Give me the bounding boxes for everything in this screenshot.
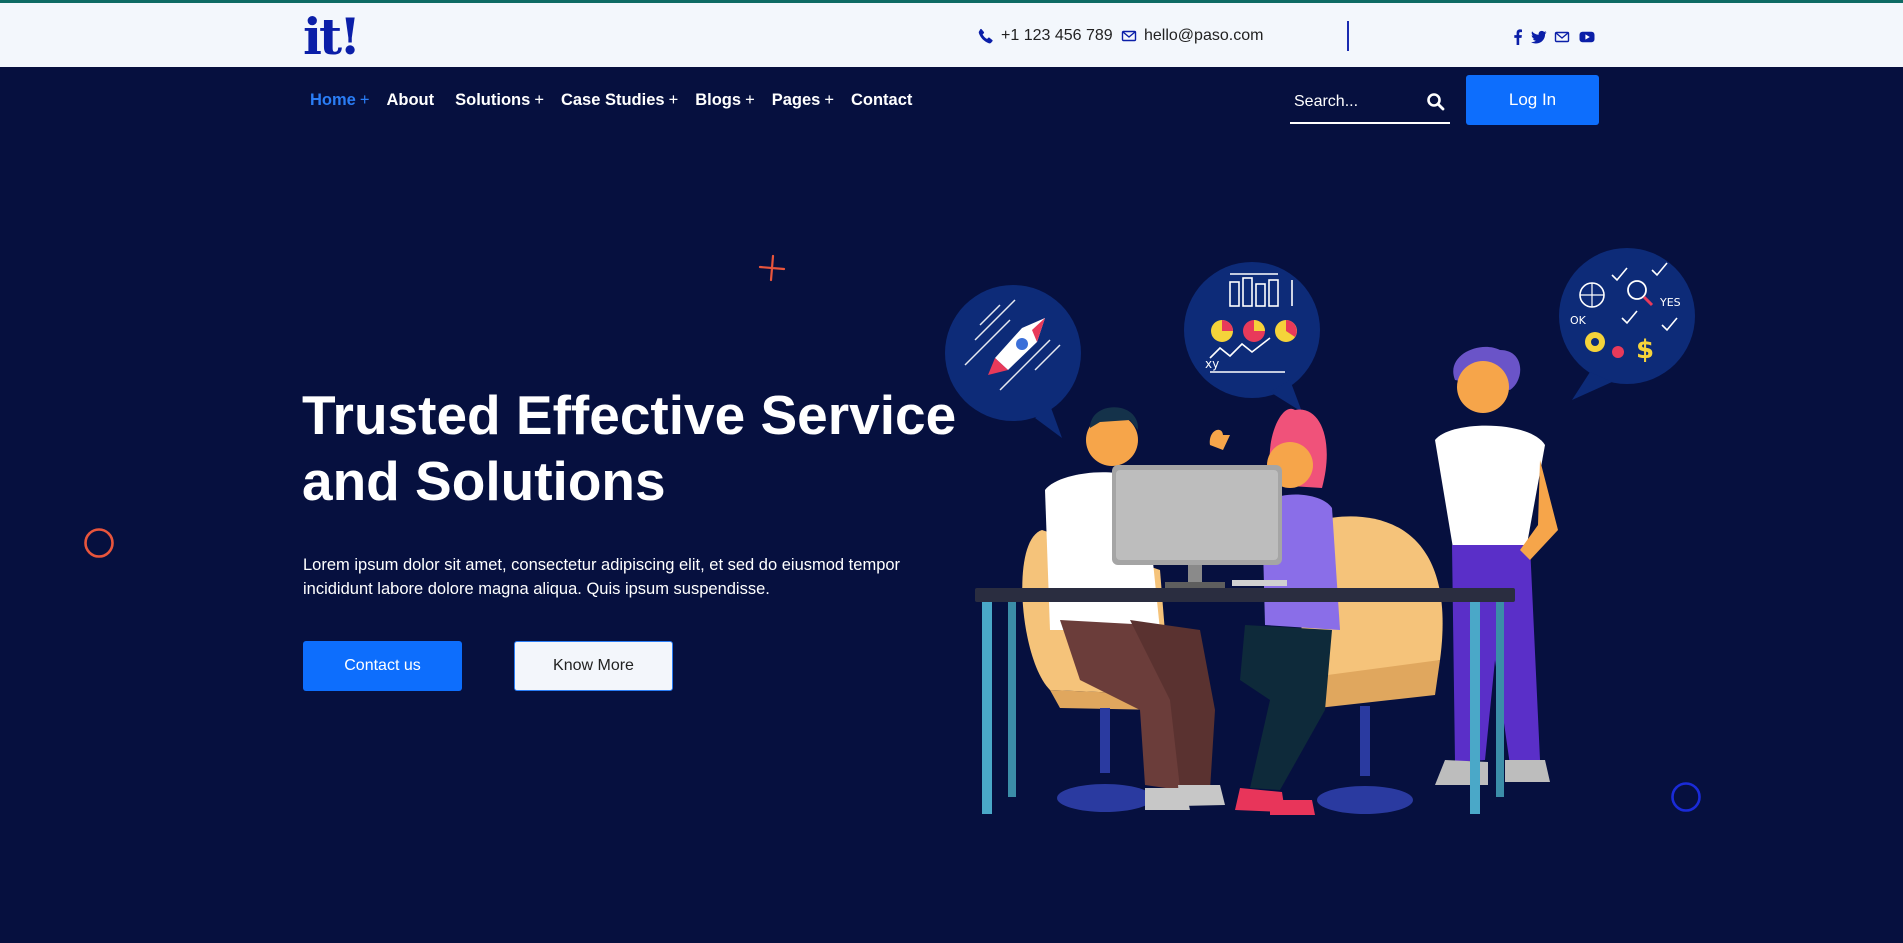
hero-title-line1: Trusted Effective Service bbox=[302, 384, 957, 446]
phone-number: +1 123 456 789 bbox=[1001, 27, 1113, 44]
search-icon[interactable] bbox=[1426, 92, 1446, 112]
youtube-icon[interactable] bbox=[1579, 29, 1595, 45]
top-bar: it! +1 123 456 789 hello@paso.com bbox=[0, 0, 1903, 67]
site-logo[interactable]: it! bbox=[303, 11, 361, 63]
envelope-icon[interactable] bbox=[1554, 29, 1570, 45]
team-illustration: xy $ OK YES bbox=[945, 248, 1695, 815]
envelope-icon bbox=[1121, 30, 1137, 42]
charts-bubble: xy bbox=[1184, 262, 1320, 412]
hero-title-line2: and Solutions bbox=[302, 450, 666, 512]
main-nav: Home + About Solutions + Case Studies + Blo… bbox=[310, 88, 933, 112]
rocket-bubble bbox=[945, 285, 1081, 438]
know-more-button[interactable]: Know More bbox=[514, 641, 673, 691]
yes-label: YES bbox=[1659, 296, 1681, 309]
login-button[interactable]: Log In bbox=[1466, 75, 1599, 125]
hero-description: Lorem ipsum dolor sit amet, consectetur … bbox=[303, 553, 923, 601]
circle-decoration-red bbox=[84, 528, 114, 558]
nav-item-blogs[interactable]: Blogs + bbox=[695, 88, 754, 112]
phone-icon bbox=[978, 28, 993, 44]
hero-description-line1: Lorem ipsum dolor sit amet, consectetur … bbox=[303, 556, 901, 574]
svg-text:$: $ bbox=[1636, 335, 1654, 365]
ideas-bubble: $ OK YES bbox=[1559, 248, 1695, 400]
nav-item-home[interactable]: Home + bbox=[310, 88, 369, 112]
contact-us-button[interactable]: Contact us bbox=[303, 641, 462, 691]
xy-label: xy bbox=[1205, 357, 1219, 371]
nav-item-about[interactable]: About bbox=[386, 88, 438, 112]
hero-title: Trusted Effective Service and Solutions bbox=[302, 382, 962, 514]
facebook-icon[interactable] bbox=[1510, 29, 1526, 45]
ok-label: OK bbox=[1570, 314, 1587, 327]
email-address: hello@paso.com bbox=[1144, 27, 1264, 44]
hero-description-line2: incididunt labore dolore magna aliqua. Q… bbox=[303, 580, 770, 598]
search-box bbox=[1290, 82, 1450, 124]
nav-item-pages[interactable]: Pages + bbox=[772, 88, 834, 112]
email-contact[interactable]: hello@paso.com bbox=[1121, 27, 1263, 45]
nav-item-contact[interactable]: Contact bbox=[851, 88, 916, 112]
plus-decoration bbox=[758, 254, 786, 282]
search-input[interactable] bbox=[1294, 90, 1414, 114]
nav-item-solutions[interactable]: Solutions + bbox=[455, 88, 544, 112]
topbar-divider bbox=[1347, 21, 1349, 51]
twitter-icon[interactable] bbox=[1531, 29, 1547, 45]
nav-item-case-studies[interactable]: Case Studies + bbox=[561, 88, 678, 112]
phone-contact[interactable]: +1 123 456 789 bbox=[978, 27, 1113, 45]
